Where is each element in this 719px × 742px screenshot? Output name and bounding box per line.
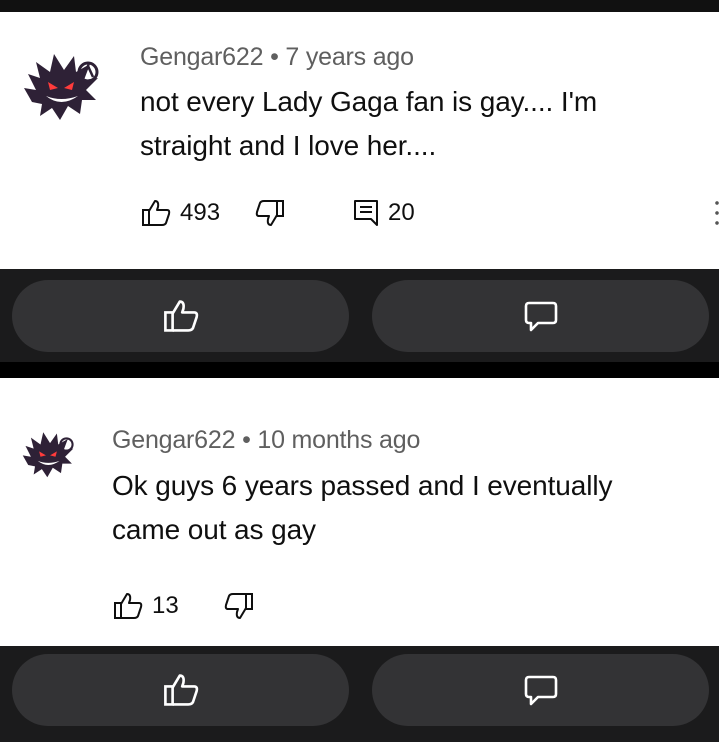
thumb-down-icon bbox=[224, 593, 253, 619]
comment-line: Ok guys 6 years passed and I eventually bbox=[112, 470, 613, 501]
comment-actions: 493 20 bbox=[140, 198, 415, 228]
thumb-down-icon bbox=[255, 200, 285, 226]
comment-line: came out as gay bbox=[112, 514, 316, 545]
like-button[interactable]: 13 bbox=[112, 591, 179, 621]
comment-meta: Gengar622 • 7 years ago bbox=[140, 43, 414, 72]
bottom-action-bar bbox=[0, 646, 719, 742]
more-vertical-icon[interactable] bbox=[715, 198, 719, 228]
gengar-avatar-icon bbox=[22, 432, 74, 478]
thumb-up-icon bbox=[142, 200, 171, 226]
comment-card: Gengar622 • 10 months ago Ok guys 6 year… bbox=[0, 378, 719, 646]
thumb-up-icon bbox=[163, 674, 198, 706]
comment-meta: Gengar622 • 10 months ago bbox=[112, 426, 420, 455]
divider bbox=[0, 362, 719, 378]
top-edge bbox=[0, 0, 719, 12]
gengar-avatar-icon bbox=[24, 54, 99, 120]
like-pill-button[interactable] bbox=[12, 654, 349, 726]
meta-separator: • bbox=[270, 43, 279, 71]
author-name[interactable]: Gengar622 bbox=[140, 43, 264, 71]
reply-button[interactable]: 20 bbox=[352, 198, 415, 228]
comment-line: straight and I love her.... bbox=[140, 130, 437, 161]
timestamp[interactable]: 10 months ago bbox=[257, 426, 420, 454]
avatar[interactable] bbox=[20, 424, 76, 485]
comment-card: Gengar622 • 7 years ago not every Lady G… bbox=[0, 12, 719, 269]
like-count: 13 bbox=[152, 592, 179, 619]
dislike-button[interactable] bbox=[223, 591, 255, 621]
speech-bubble-icon bbox=[524, 301, 557, 332]
thumb-up-icon bbox=[163, 300, 198, 332]
author-name[interactable]: Gengar622 bbox=[112, 426, 236, 454]
comment-text: not every Lady Gaga fan is gay.... I'm s… bbox=[140, 80, 597, 168]
timestamp[interactable]: 7 years ago bbox=[285, 43, 414, 71]
bottom-action-bar bbox=[0, 269, 719, 362]
reply-pill-button[interactable] bbox=[372, 280, 709, 352]
dislike-button[interactable] bbox=[254, 198, 286, 228]
like-count: 493 bbox=[180, 199, 221, 226]
comment-actions: 13 bbox=[112, 591, 255, 621]
reply-pill-button[interactable] bbox=[372, 654, 709, 726]
like-pill-button[interactable] bbox=[12, 280, 349, 352]
comment-text: Ok guys 6 years passed and I eventually … bbox=[112, 464, 612, 552]
reply-count: 20 bbox=[388, 199, 415, 226]
meta-separator: • bbox=[242, 426, 251, 454]
like-button[interactable]: 493 bbox=[140, 198, 220, 228]
comment-icon bbox=[354, 200, 379, 226]
avatar[interactable] bbox=[20, 42, 102, 129]
speech-bubble-icon bbox=[524, 675, 557, 706]
thumb-up-icon bbox=[114, 593, 143, 619]
comment-line: not every Lady Gaga fan is gay.... I'm bbox=[140, 86, 598, 117]
